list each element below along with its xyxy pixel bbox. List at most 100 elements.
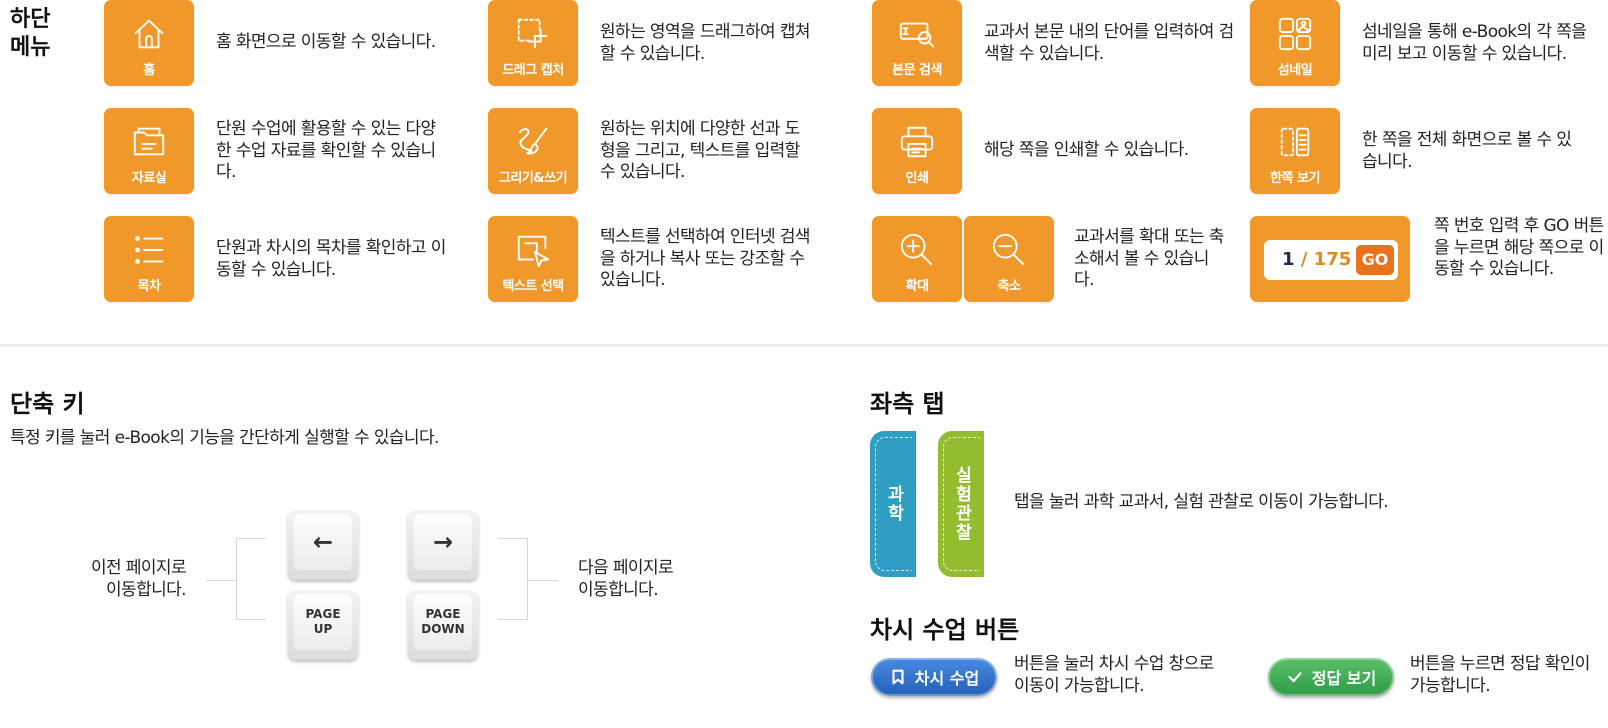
table-of-contents-desc: 단원과 차시의 목차를 확인하고 이동할 수 있습니다. [216, 238, 446, 280]
prev-connector [206, 580, 236, 581]
draw-write-button[interactable]: 그리기&쓰기 [488, 108, 578, 194]
resource-room-button[interactable]: 자료실 [104, 108, 194, 194]
page-down-key-cap: PAGE DOWN [414, 594, 472, 650]
zoom-out-button[interactable]: 축소 [964, 216, 1054, 302]
thumbnail-icon [1275, 14, 1315, 54]
right-arrow-key: → [408, 510, 478, 580]
next-desc-line1: 다음 페이지로 [578, 558, 674, 578]
home-label: 홈 [143, 63, 155, 78]
next-desc-line2: 이동합니다. [578, 579, 659, 600]
zoom-out-icon [989, 230, 1029, 270]
table-of-contents-label: 목차 [137, 279, 161, 294]
home-desc: 홈 화면으로 이동할 수 있습니다. [216, 32, 436, 52]
go-button[interactable]: GO [1356, 245, 1394, 275]
text-search-icon [897, 14, 937, 54]
prev-desc-line1: 이전 페이지로 [90, 558, 187, 578]
lesson-button[interactable]: 차시 수업 [871, 658, 997, 696]
page-up-line1: PAGE [305, 607, 341, 621]
drag-capture-desc: 원하는 영역을 드래그하여 캡쳐 할 수 있습니다. [600, 22, 811, 64]
left-tab-desc: 탭을 눌러 과학 교과서, 실험 관찰로 이동이 가능합니다. [1014, 492, 1389, 512]
next-connector [528, 580, 558, 581]
shortcuts-title: 단축 키 [10, 390, 85, 418]
table-of-contents-button[interactable]: 목차 [104, 216, 194, 302]
left-arrow-key-cap: ← [294, 514, 352, 570]
prev-bracket [236, 538, 266, 620]
lesson-desc: 버튼을 눌러 차시 수업 창으로 이동이 가능합니다. [1014, 654, 1254, 697]
left-arrow-key: ← [288, 510, 358, 580]
draw-write-desc: 원하는 위치에 다양한 선과 도형을 그리고, 텍스트를 입력할 수 있습니다. [600, 119, 800, 182]
print-button[interactable]: 인쇄 [872, 108, 962, 194]
home-icon [129, 14, 169, 54]
next-page-desc: 다음 페이지로 이동합니다. [578, 558, 718, 601]
menu-title-line1: 하단 [10, 7, 51, 32]
check-icon [1288, 672, 1302, 683]
page-up-key: PAGE UP [288, 590, 358, 660]
page-down-key: PAGE DOWN [408, 590, 478, 660]
page-nav-desc: 쪽 번호 입력 후 GO 버튼을 누르면 해당 쪽으로 이동할 수 있습니다. [1434, 216, 1604, 279]
answer-desc-line1: 버튼을 누르면 정답 확인이 [1410, 654, 1590, 674]
zoom-in-button[interactable]: 확대 [872, 216, 962, 302]
zoom-out-label: 축소 [997, 279, 1021, 294]
bookmark-icon [892, 669, 904, 685]
zoom-in-label: 확대 [905, 279, 929, 294]
page-down-line2: DOWN [421, 622, 465, 636]
thumbnail-label: 섬네일 [1277, 63, 1313, 78]
zoom-desc: 교과서를 확대 또는 축소해서 볼 수 있습니다. [1074, 227, 1224, 290]
page-current: 1 [1282, 249, 1295, 270]
text-select-icon [513, 230, 553, 270]
text-search-button[interactable]: 본문 검색 [872, 0, 962, 86]
answer-desc: 버튼을 누르면 정답 확인이 가능합니다. [1410, 654, 1606, 697]
page-up-key-cap: PAGE UP [294, 594, 352, 650]
lesson-button-title: 차시 수업 버튼 [870, 616, 1020, 644]
lesson-button-label: 차시 수업 [914, 669, 980, 688]
page-total: 175 [1313, 249, 1352, 270]
page-down-line1: PAGE [425, 607, 461, 621]
thumbnail-button[interactable]: 섬네일 [1250, 0, 1340, 86]
folder-icon [129, 122, 169, 162]
lesson-desc-line1: 버튼을 눌러 차시 수업 창으로 [1014, 654, 1214, 674]
prev-page-desc: 이전 페이지로 이동합니다. [60, 558, 187, 601]
single-page-view-label: 한쪽 보기 [1270, 171, 1320, 186]
page-number-input[interactable]: 1 / 175 GO [1264, 240, 1398, 280]
list-icon [129, 230, 169, 270]
zoom-in-icon [897, 230, 937, 270]
left-tab-title: 좌측 탭 [870, 390, 945, 418]
crop-icon [513, 14, 553, 54]
shortcuts-subtitle: 특정 키를 눌러 e-Book의 기능을 간단하게 실행할 수 있습니다. [10, 428, 439, 448]
page-navigator: 1 / 175 GO [1250, 216, 1410, 302]
page-number-display: 1 / 175 [1282, 249, 1351, 270]
menu-title-line2: 메뉴 [10, 35, 51, 60]
answer-button-label: 정답 보기 [1311, 669, 1377, 688]
prev-desc-line2: 이동합니다. [105, 579, 187, 600]
answer-desc-line2: 가능합니다. [1410, 675, 1491, 696]
text-search-label: 본문 검색 [892, 63, 942, 78]
drag-capture-button[interactable]: 드래그 캡처 [488, 0, 578, 86]
right-arrow-key-cap: → [414, 514, 472, 570]
print-label: 인쇄 [905, 171, 929, 186]
text-select-label: 텍스트 선택 [502, 279, 564, 294]
resource-room-label: 자료실 [131, 171, 167, 186]
print-desc: 해당 쪽을 인쇄할 수 있습니다. [984, 140, 1189, 160]
resource-room-desc: 단원 수업에 활용할 수 있는 다양한 수업 자료를 확인할 수 있습니다. [216, 119, 436, 182]
menu-section-title: 하단 메뉴 [10, 6, 70, 62]
section-divider [0, 344, 1608, 347]
text-select-button[interactable]: 텍스트 선택 [488, 216, 578, 302]
draw-write-label: 그리기&쓰기 [498, 171, 568, 186]
page-separator: / [1300, 249, 1308, 270]
thumbnail-desc: 섬네일을 통해 e-Book의 각 쪽을 미리 보고 이동할 수 있습니다. [1362, 22, 1587, 64]
next-bracket [498, 538, 528, 620]
science-tab[interactable]: 과학 [870, 431, 916, 577]
lesson-desc-line2: 이동이 가능합니다. [1014, 675, 1145, 696]
answer-button[interactable]: 정답 보기 [1268, 658, 1394, 696]
printer-icon [897, 122, 937, 162]
drag-capture-label: 드래그 캡처 [502, 63, 564, 78]
single-page-view-desc: 한 쪽을 전체 화면으로 볼 수 있습니다. [1362, 130, 1572, 172]
single-page-icon [1275, 122, 1315, 162]
brush-icon [513, 122, 553, 162]
home-button[interactable]: 홈 [104, 0, 194, 86]
page-up-line2: UP [313, 622, 333, 636]
lab-observation-tab[interactable]: 실험관찰 [938, 431, 984, 577]
single-page-view-button[interactable]: 한쪽 보기 [1250, 108, 1340, 194]
lab-observation-tab-label: 실험관찰 [951, 466, 972, 542]
text-select-desc: 텍스트를 선택하여 인터넷 검색을 하거나 복사 또는 강조할 수 있습니다. [600, 227, 811, 290]
